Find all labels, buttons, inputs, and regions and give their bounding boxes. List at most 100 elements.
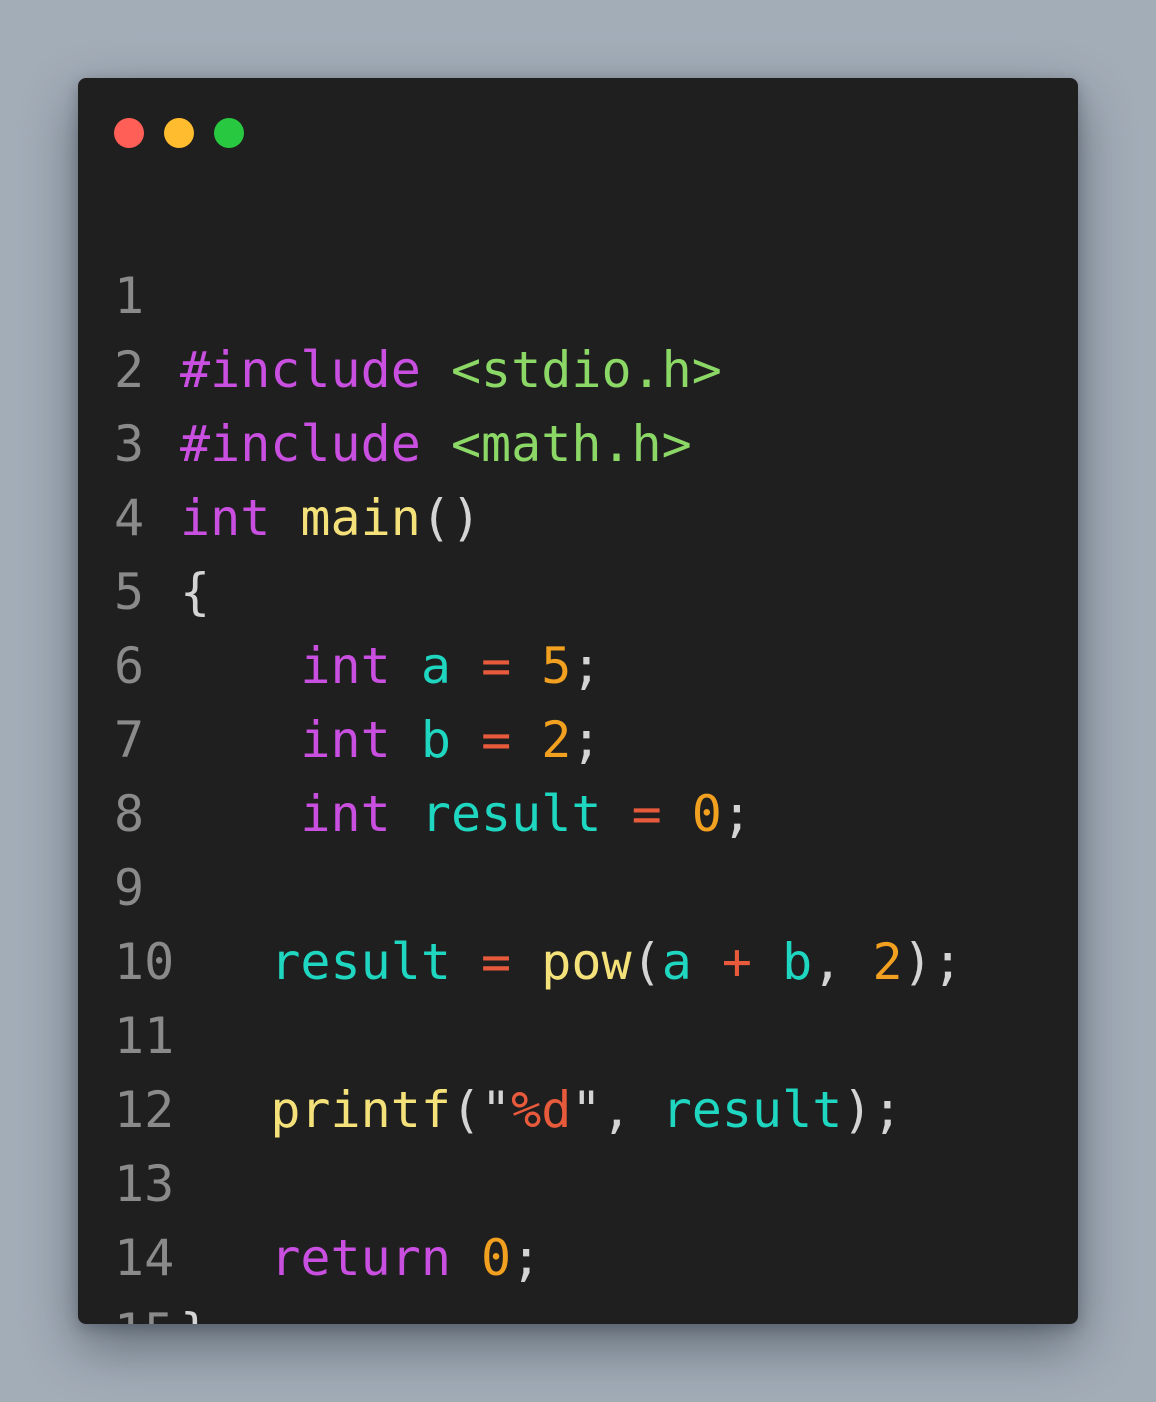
code-token-number: 2 xyxy=(541,711,572,769)
code-token-variable: b xyxy=(782,933,813,991)
line-number: 8 xyxy=(114,785,145,843)
line-number: 3 xyxy=(114,415,145,473)
code-token-operator: + xyxy=(721,933,753,991)
code-token-keyword: int xyxy=(300,785,391,843)
code-token-punct xyxy=(692,933,722,991)
code-line: 15} xyxy=(114,1295,210,1324)
code-line: 5{ xyxy=(114,555,210,629)
code-line: 2 #include <stdio.h> xyxy=(114,333,722,407)
code-line: 11 xyxy=(114,999,180,1073)
code-token-punct xyxy=(601,785,631,843)
code-token-punct xyxy=(391,711,421,769)
code-token-punct xyxy=(451,933,481,991)
code-token-punct: () xyxy=(420,489,482,547)
code-token-keyword: int xyxy=(180,489,271,547)
code-token-punct xyxy=(421,415,451,473)
code-token-number: 2 xyxy=(872,933,903,991)
code-token-punct xyxy=(270,489,300,547)
code-line: 6 int a = 5; xyxy=(114,629,602,703)
code-token-punct: { xyxy=(180,563,211,621)
code-token-punct: ); xyxy=(902,933,963,991)
code-token-punct: ", xyxy=(571,1081,662,1139)
code-token-string: <stdio.h> xyxy=(450,341,722,399)
code-token-function: pow xyxy=(541,933,632,991)
code-token-keyword: int xyxy=(300,711,391,769)
code-token-punct: } xyxy=(180,1303,210,1324)
code-token-punct xyxy=(180,933,270,991)
code-line: 10 result = pow(a + b, 2); xyxy=(114,925,963,999)
code-token-punct xyxy=(511,711,541,769)
code-token-punct xyxy=(180,785,300,843)
line-number: 12 xyxy=(114,1081,175,1139)
line-number: 15 xyxy=(114,1295,180,1324)
code-token-variable: a xyxy=(420,637,451,695)
line-number: 6 xyxy=(114,637,145,695)
code-token-punct: ); xyxy=(842,1081,903,1139)
minimize-button[interactable] xyxy=(164,118,194,148)
code-token-variable: a xyxy=(661,933,692,991)
code-token-punct xyxy=(511,933,541,991)
code-token-punct xyxy=(180,1229,270,1287)
code-line: 4 int main() xyxy=(114,481,481,555)
code-token-keyword: #include xyxy=(180,341,421,399)
line-number: 1 xyxy=(114,267,145,325)
code-window: 1 2 #include <stdio.h> 3 #include <math.h> 4 i… xyxy=(78,78,1078,1324)
code-line: 7 int b = 2; xyxy=(114,703,602,777)
code-line: 13 xyxy=(114,1147,180,1221)
line-number: 14 xyxy=(114,1229,175,1287)
code-token-operator: = xyxy=(481,637,512,695)
code-line: 14 return 0; xyxy=(114,1221,541,1295)
window-controls xyxy=(114,118,244,148)
code-token-variable: result xyxy=(661,1081,843,1139)
code-token-operator: = xyxy=(631,785,662,843)
code-token-punct xyxy=(421,341,451,399)
code-token-punct xyxy=(180,1081,270,1139)
code-token-punct xyxy=(391,637,421,695)
code-line: 1 xyxy=(114,259,180,333)
maximize-button[interactable] xyxy=(214,118,244,148)
line-number: 5 xyxy=(114,563,145,621)
close-button[interactable] xyxy=(114,118,144,148)
line-number: 11 xyxy=(114,1007,175,1065)
code-token-keyword: int xyxy=(300,637,391,695)
code-line: 9 xyxy=(114,851,180,925)
line-number: 9 xyxy=(114,859,145,917)
code-token-keyword: #include xyxy=(180,415,421,473)
code-token-punct xyxy=(511,637,541,695)
code-token-string: <math.h> xyxy=(450,415,692,473)
code-token-operator: = xyxy=(481,933,512,991)
code-token-punct: (" xyxy=(450,1081,512,1139)
code-token-punct xyxy=(752,933,782,991)
code-token-function: printf xyxy=(270,1081,451,1139)
code-token-punct xyxy=(180,711,300,769)
code-token-function: main xyxy=(300,489,421,547)
code-token-keyword: return xyxy=(270,1229,451,1287)
code-line: 3 #include <math.h> xyxy=(114,407,692,481)
code-token-operator: = xyxy=(481,711,512,769)
code-token-punct xyxy=(451,1229,481,1287)
code-token-punct: ; xyxy=(511,1229,542,1287)
line-number: 10 xyxy=(114,933,175,991)
line-number: 13 xyxy=(114,1155,175,1213)
code-token-number: 0 xyxy=(481,1229,512,1287)
code-token-number: 0 xyxy=(691,785,722,843)
code-token-operator: %d xyxy=(511,1081,572,1139)
code-token-number: 5 xyxy=(541,637,572,695)
code-token-punct: ; xyxy=(571,637,602,695)
code-token-punct: ; xyxy=(721,785,753,843)
code-token-punct xyxy=(451,711,481,769)
code-token-variable: result xyxy=(420,785,602,843)
code-token-punct xyxy=(391,785,421,843)
line-number: 2 xyxy=(114,341,145,399)
code-token-punct xyxy=(451,637,481,695)
line-number: 7 xyxy=(114,711,145,769)
code-token-punct xyxy=(662,785,692,843)
code-line: 12 printf("%d", result); xyxy=(114,1073,903,1147)
line-number: 4 xyxy=(114,489,145,547)
code-token-variable: b xyxy=(420,711,451,769)
code-token-punct: ; xyxy=(571,711,602,769)
code-token-punct xyxy=(180,637,300,695)
code-line: 8 int result = 0; xyxy=(114,777,752,851)
code-token-punct: , xyxy=(812,933,873,991)
code-token-punct: ( xyxy=(631,933,662,991)
